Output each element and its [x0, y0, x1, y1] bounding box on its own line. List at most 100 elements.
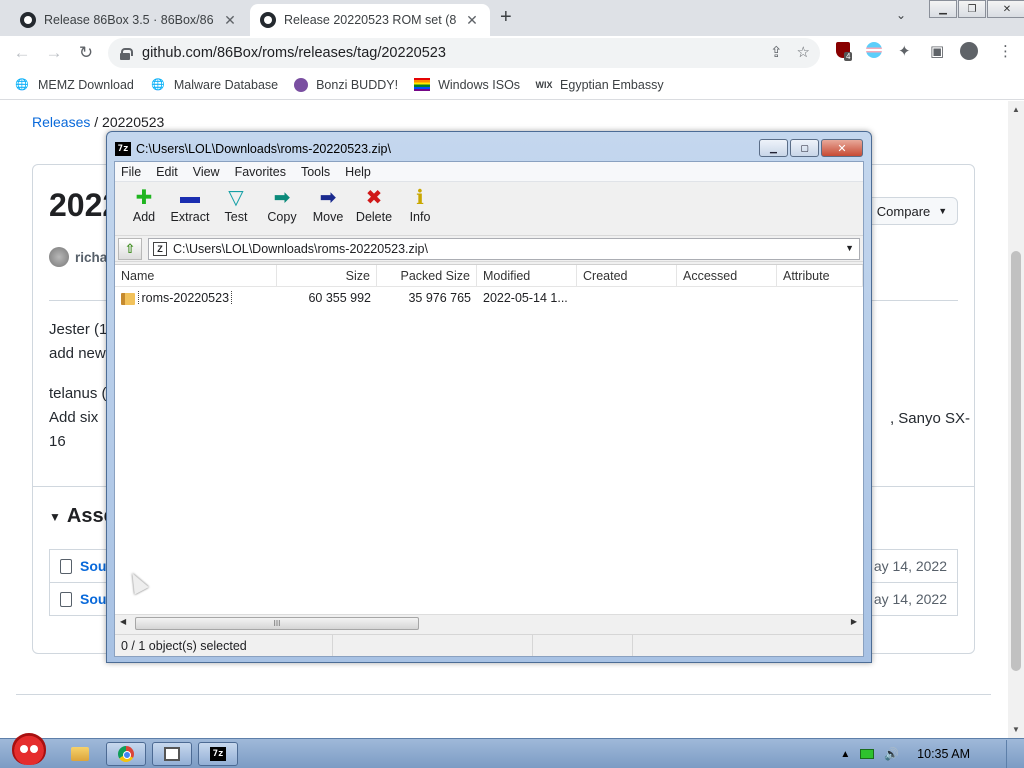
column-header-created[interactable]: Created [577, 265, 677, 286]
extract-button[interactable]: ▬ Extract [167, 182, 213, 235]
taskbar-chrome[interactable] [106, 742, 146, 766]
bookmark-label: MEMZ Download [38, 77, 134, 92]
release-notes-paragraph: telanus ( Add six 16 [49, 382, 107, 454]
checkmark-icon: ▽ [228, 186, 244, 209]
lock-icon[interactable] [120, 47, 133, 60]
test-button[interactable]: ▽ Test [213, 182, 259, 235]
minimize-button[interactable]: ▁ [759, 139, 788, 157]
tab-roms-release[interactable]: Release 20220523 ROM set (8 ✕ [250, 4, 490, 36]
address-bar[interactable]: github.com/86Box/roms/releases/tag/20220… [108, 38, 820, 68]
volume-icon[interactable]: 🔊 [884, 747, 899, 761]
column-header-modified[interactable]: Modified [477, 265, 577, 286]
bookmark-memz[interactable]: 🌐 MEMZ Download [14, 77, 134, 93]
bookmark-egyptian-embassy[interactable]: WIX Egyptian Embassy [536, 77, 664, 93]
bookmark-windows-isos[interactable]: Windows ISOs [414, 78, 520, 92]
column-header-attributes[interactable]: Attribute [777, 265, 863, 286]
asset-date: ay 14, 2022 [873, 591, 947, 607]
chevron-down-icon[interactable]: ⌄ [896, 8, 906, 22]
bookmark-bonzi-buddy[interactable]: Bonzi BUDDY! [294, 77, 398, 92]
star-icon[interactable]: ☆ [797, 43, 810, 61]
taskbar-explorer[interactable] [60, 742, 100, 766]
delete-button[interactable]: ✖ Delete [351, 182, 397, 235]
column-header-accessed[interactable]: Accessed [677, 265, 777, 286]
scroll-down-icon[interactable]: ▼ [1012, 725, 1020, 734]
notes-line: Jester (1 [49, 321, 108, 338]
github-icon [20, 12, 36, 28]
move-button[interactable]: ➡ Move [305, 182, 351, 235]
bonzi-icon [294, 77, 309, 92]
sevenzip-window: 7z C:\Users\LOL\Downloads\roms-20220523.… [106, 131, 872, 663]
release-author[interactable]: richar [49, 247, 113, 267]
column-header-size[interactable]: Size [277, 265, 377, 286]
dropdown-arrow-icon[interactable]: ▼ [845, 243, 854, 253]
menu-file[interactable]: File [121, 165, 141, 179]
menu-view[interactable]: View [193, 165, 220, 179]
new-tab-button[interactable]: + [500, 6, 512, 29]
globe-icon: 🌐 [151, 79, 165, 91]
bookmark-malware-database[interactable]: 🌐 Malware Database [150, 77, 278, 93]
breadcrumb-separator: / [94, 114, 99, 130]
scroll-right-icon[interactable]: ▶ [851, 617, 857, 626]
bookmarks-bar: 🌐 MEMZ Download 🌐 Malware Database Bonzi… [0, 70, 1024, 100]
forward-button[interactable]: → [38, 37, 70, 69]
show-desktop-button[interactable] [1006, 740, 1016, 768]
tab-title: Release 86Box 3.5 · 86Box/86B [44, 13, 214, 27]
window-title: 7z C:\Users\LOL\Downloads\roms-20220523.… [115, 140, 391, 158]
flag-extension-icon[interactable] [866, 42, 882, 62]
scroll-left-icon[interactable]: ◀ [120, 617, 126, 626]
copy-button[interactable]: ➡ Copy [259, 182, 305, 235]
extensions-puzzle-icon[interactable]: ✦ [898, 42, 911, 60]
page-scrollbar[interactable]: ▲ ▼ [1008, 101, 1024, 738]
file-list[interactable]: Name Size Packed Size Modified Created A… [115, 264, 863, 614]
folder-up-icon[interactable]: ⇧ [118, 237, 142, 260]
window-controls: ▁ ❐ ✕ [928, 0, 1024, 18]
asset-name[interactable]: Sou [80, 591, 106, 607]
folder-icon [71, 747, 89, 761]
column-header-packed-size[interactable]: Packed Size [377, 265, 477, 286]
column-header-name[interactable]: Name [115, 265, 277, 286]
close-window-button[interactable]: ✕ [821, 139, 863, 157]
battery-icon[interactable] [860, 749, 875, 759]
back-button[interactable]: ← [6, 37, 38, 69]
tab-86box-release[interactable]: Release 86Box 3.5 · 86Box/86B ✕ [10, 4, 248, 36]
close-tab-icon[interactable]: ✕ [222, 12, 238, 29]
menu-help[interactable]: Help [345, 165, 371, 179]
info-button[interactable]: ℹ Info [397, 182, 443, 235]
kebab-menu-icon[interactable]: ⋮ [998, 42, 1013, 60]
scrollbar-thumb[interactable]: III [135, 617, 419, 630]
button-label: Delete [355, 210, 393, 224]
ublock-icon[interactable]: 4 [836, 42, 853, 62]
restore-button[interactable]: ❐ [958, 0, 986, 18]
reload-button[interactable]: ↻ [70, 37, 102, 69]
list-item[interactable]: roms-20220523 60 355 992 35 976 765 2022… [115, 287, 863, 309]
menu-tools[interactable]: Tools [301, 165, 330, 179]
taskbar-7zip[interactable]: 7z [198, 742, 238, 766]
add-button[interactable]: ✚ Add [121, 182, 167, 235]
scrollbar-thumb[interactable] [1011, 251, 1021, 671]
bookmark-label: Windows ISOs [438, 77, 521, 92]
scroll-up-icon[interactable]: ▲ [1012, 105, 1020, 114]
side-panel-icon[interactable]: ▣ [930, 42, 944, 60]
status-bar: 0 / 1 object(s) selected [115, 634, 863, 656]
close-window-button[interactable]: ✕ [987, 0, 1024, 18]
cell-packed-size: 35 976 765 [408, 291, 471, 305]
assets-toggle[interactable]: ▼ Asse [49, 505, 115, 528]
caret-down-icon: ▼ [938, 206, 948, 216]
close-tab-icon[interactable]: ✕ [464, 12, 480, 29]
releases-link[interactable]: Releases [32, 114, 90, 130]
path-combobox[interactable]: Z C:\Users\LOL\Downloads\roms-20220523.z… [148, 237, 860, 260]
asset-name[interactable]: Sou [80, 558, 106, 574]
start-button[interactable] [4, 731, 48, 768]
menu-edit[interactable]: Edit [156, 165, 178, 179]
delete-x-icon: ✖ [365, 186, 383, 209]
clock[interactable]: 10:35 AM [917, 747, 970, 761]
compare-button[interactable]: Compare ▼ [866, 197, 958, 225]
profile-avatar-icon[interactable] [960, 42, 978, 64]
horizontal-scrollbar[interactable]: ◀ III ▶ [115, 614, 863, 631]
share-icon[interactable]: ⇪ [770, 43, 783, 61]
minimize-button[interactable]: ▁ [929, 0, 957, 18]
maximize-button[interactable]: ▢ [790, 139, 819, 157]
tray-expand-icon[interactable]: ▲ [840, 749, 850, 760]
menu-favorites[interactable]: Favorites [235, 165, 286, 179]
taskbar-window[interactable] [152, 742, 192, 766]
